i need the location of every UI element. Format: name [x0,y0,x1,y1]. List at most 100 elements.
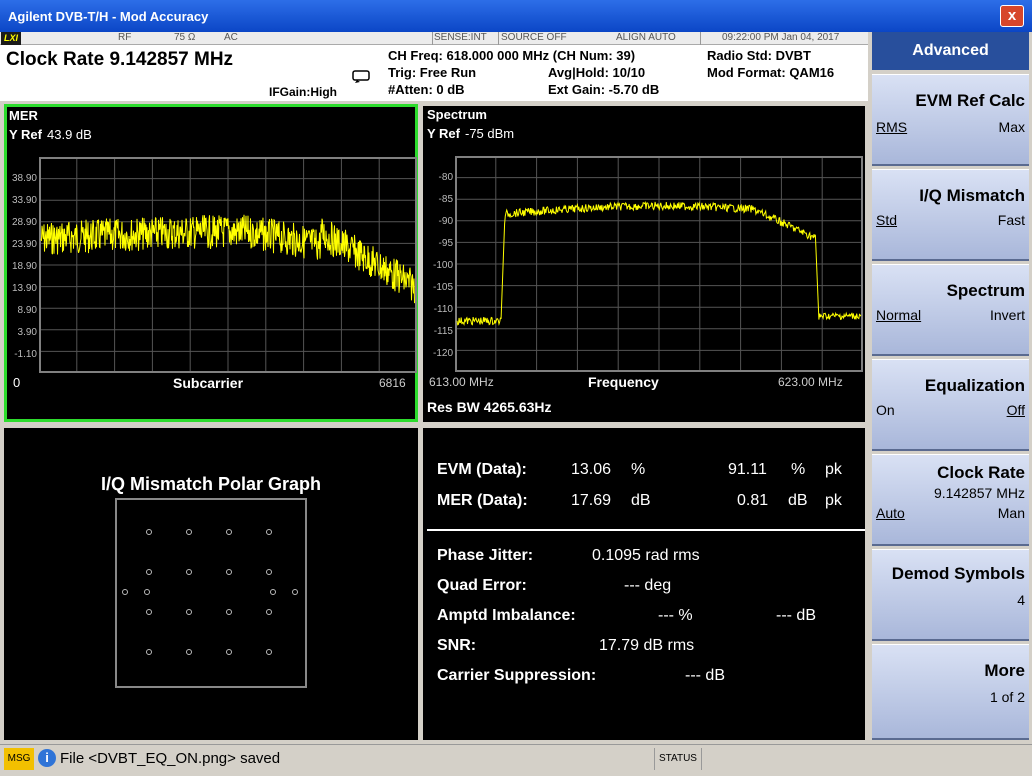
spectrum-x-start: 613.00 MHz [429,375,494,389]
spectrum-ytick: -110 [433,304,453,315]
spectrum-opt-normal: Normal [876,307,922,323]
iq-point [266,529,272,535]
ext-gain: Ext Gain: -5.70 dB [548,82,660,97]
spectrum-panel[interactable]: Spectrum Y Ref -75 dBm -80 -85 -90 -95 -… [423,106,865,422]
spectrum-plot[interactable] [455,156,863,372]
mer-unit: dB [631,492,651,509]
coupling-indicator: AC [224,32,238,43]
mer-ytick: 13.90 [11,283,37,294]
mer-pk-suffix: pk [825,492,842,509]
iq-mismatch-opt-std: Std [876,212,898,228]
iq-point [146,649,152,655]
mer-pk-value: 0.81 [737,492,769,509]
close-button[interactable]: x [1000,5,1024,27]
iq-point [186,529,192,535]
quad-error-value: --- deg [624,577,672,594]
results-divider [427,529,865,531]
message-bar: MSG i File <DVBT_EQ_ON.png> saved STATUS [0,744,1032,776]
more-page: 1 of 2 [989,689,1025,705]
iq-point [146,569,152,575]
iq-mismatch-button[interactable]: I/Q Mismatch Std Fast [872,169,1029,261]
clock-rate-title: Clock Rate 9.142857 MHz [6,49,234,70]
demod-symbols-value: 4 [1017,592,1025,608]
iq-point [122,589,128,595]
results-panel: EVM (Data): 13.06 % 91.11 % pk MER (Data… [423,428,865,740]
mer-pk-unit: dB [788,492,808,509]
radio-std: Radio Std: DVBT [707,48,811,63]
impedance-indicator: 75 Ω [174,32,196,43]
spectrum-ytick: -120 [432,348,453,359]
iq-point [144,589,150,595]
spectrum-label: Spectrum [946,281,1025,300]
evm-pk-suffix: pk [825,461,842,478]
mer-ytick: 23.90 [11,239,37,250]
amptd-imbalance-db: --- dB [776,607,816,624]
mer-plot[interactable] [39,157,417,373]
mer-value: 17.69 [571,492,612,509]
mer-label: MER (Data): [437,492,528,509]
status-row: RF 75 Ω AC SENSE:INT SOURCE OFF ALIGN AU… [0,32,868,45]
iq-point [186,609,192,615]
iq-point [266,569,272,575]
equalization-opt-off: Off [1006,402,1025,418]
evm-unit: % [631,461,646,478]
clock-rate-label: Clock Rate [937,463,1025,482]
spectrum-title: Spectrum [427,107,487,122]
evm-pk-unit: % [791,461,806,478]
snr-value: 17.79 dB rms [599,637,695,654]
clock-rate-opt-man: Man [997,505,1025,521]
mer-ytick: 28.90 [11,217,37,228]
mer-title: MER [9,108,38,123]
ch-freq: CH Freq: 618.000 000 MHz (CH Num: 39) [388,48,636,63]
status-tag[interactable]: STATUS [654,748,702,770]
evm-value: 13.06 [571,461,612,478]
iq-point [226,609,232,615]
avg-hold: Avg|Hold: 10/10 [548,65,646,80]
spectrum-x-end: 623.00 MHz [778,375,843,389]
loop-icon[interactable] [351,69,373,85]
mer-x-end: 6816 [379,376,406,390]
spectrum-button[interactable]: Spectrum Normal Invert [872,264,1029,356]
softkey-menu: Advanced EVM Ref Calc RMS Max I/Q Mismat… [870,32,1032,744]
demod-symbols-button[interactable]: Demod Symbols 4 [872,549,1029,641]
iq-polar-panel[interactable]: I/Q Mismatch Polar Graph [4,428,418,740]
mer-panel[interactable]: MER Y Ref 43.9 dB 38.90 33.90 28.90 23.9… [4,104,418,422]
mer-x-label: Subcarrier [173,375,244,391]
title-bar: Agilent DVB-T/H - Mod Accuracy x [0,0,1032,32]
spectrum-ytick: -90 [438,216,453,227]
quad-error-label: Quad Error: [437,577,527,594]
carrier-suppression-label: Carrier Suppression: [437,667,597,684]
iq-point [266,649,272,655]
info-bar: Clock Rate 9.142857 MHz IFGain:High CH F… [0,45,868,101]
equalization-opt-on: On [876,402,895,418]
demod-symbols-label: Demod Symbols [891,564,1025,583]
datetime: 09:22:00 PM Jan 04, 2017 [722,32,840,43]
spectrum-res-bw: Res BW 4265.63Hz [427,399,552,415]
mer-yref-value: 43.9 dB [47,127,92,142]
align-indicator: ALIGN AUTO [616,32,676,43]
iq-point [146,609,152,615]
spectrum-x-label: Frequency [588,374,659,390]
iq-point [270,589,276,595]
rf-indicator: RF [118,32,132,43]
iq-mismatch-label: I/Q Mismatch [919,186,1025,205]
iq-point [266,609,272,615]
spectrum-yref-value: -75 dBm [465,126,515,141]
clock-rate-opt-auto: Auto [876,505,905,521]
spectrum-ytick: -105 [432,282,453,293]
evm-ref-calc-button[interactable]: EVM Ref Calc RMS Max [872,74,1029,166]
snr-label: SNR: [437,637,477,654]
equalization-button[interactable]: Equalization On Off [872,359,1029,451]
lxi-icon: LXI [1,32,21,45]
spectrum-yref-label: Y Ref [427,126,460,141]
phase-jitter-value: 0.1095 rad rms [592,547,700,564]
carrier-suppression-value: --- dB [685,667,725,684]
evm-ref-calc-opt-max: Max [998,119,1025,135]
evm-pk-value: 91.11 [728,461,767,478]
iq-point [292,589,298,595]
mer-ytick: 3.90 [17,327,37,338]
iq-polar-graph[interactable] [115,498,307,690]
more-button[interactable]: More 1 of 2 [872,644,1029,740]
mer-ytick: 8.90 [17,305,37,316]
clock-rate-button[interactable]: Clock Rate 9.142857 MHz Auto Man [872,454,1029,546]
